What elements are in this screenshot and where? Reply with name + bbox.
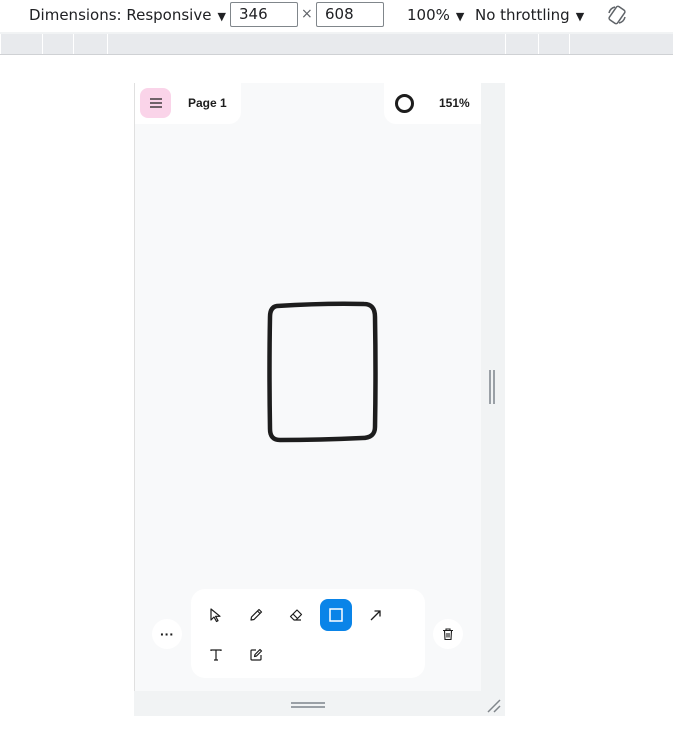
height-input[interactable]: 608 [316, 2, 384, 27]
hamburger-icon [149, 98, 162, 108]
arrow-icon [370, 610, 381, 621]
trash-icon [443, 628, 453, 641]
height-resize-handle[interactable] [291, 702, 325, 708]
device-toolbar: Dimensions: Responsive ▼ 346 × 608 100% ▼ … [0, 0, 673, 32]
tool-rectangle[interactable] [320, 599, 352, 631]
media-query-ruler[interactable] [0, 34, 673, 55]
tool-eraser[interactable] [280, 599, 312, 631]
note-icon [250, 648, 263, 661]
tool-select[interactable] [200, 599, 232, 631]
width-resize-handle[interactable] [489, 370, 496, 404]
main-menu-button[interactable] [140, 88, 171, 118]
dimensions-label: Dimensions: Responsive [29, 6, 212, 24]
throttling-dropdown[interactable]: No throttling ▼ [475, 6, 584, 24]
more-actions-button[interactable]: ··· [152, 619, 182, 649]
caret-down-icon: ▼ [575, 10, 585, 23]
tool-arrow[interactable] [360, 599, 392, 631]
tool-draw[interactable] [240, 599, 272, 631]
color-style-button[interactable] [395, 94, 414, 113]
throttling-label: No throttling [475, 6, 570, 24]
style-zoom-panel: 151% [384, 83, 481, 124]
pencil-icon [250, 608, 263, 621]
zoom-dropdown-label: 100% [407, 6, 450, 24]
text-icon [210, 649, 222, 661]
width-input[interactable]: 346 [230, 2, 298, 27]
times-symbol: × [301, 6, 313, 22]
dimensions-dropdown[interactable]: Dimensions: Responsive ▼ [29, 6, 226, 24]
zoom-menu-label[interactable]: 151% [439, 96, 470, 110]
eraser-icon [289, 609, 303, 621]
rectangle-icon [329, 608, 343, 622]
tool-toolbar [191, 589, 425, 678]
page-menu-label[interactable]: Page 1 [188, 96, 227, 110]
tool-note[interactable] [240, 639, 272, 671]
corner-resize-handle[interactable] [485, 697, 501, 713]
delete-button[interactable] [433, 619, 463, 649]
rectangle-shape[interactable] [265, 299, 381, 447]
rotate-icon[interactable] [606, 4, 628, 26]
page-menu-panel: Page 1 [135, 83, 241, 124]
device-screen: Page 1 151% ··· [134, 83, 481, 691]
cursor-icon [210, 608, 221, 623]
tool-text[interactable] [200, 639, 232, 671]
caret-down-icon: ▼ [217, 10, 226, 23]
caret-down-icon: ▼ [455, 10, 465, 23]
zoom-dropdown[interactable]: 100% ▼ [407, 6, 464, 24]
